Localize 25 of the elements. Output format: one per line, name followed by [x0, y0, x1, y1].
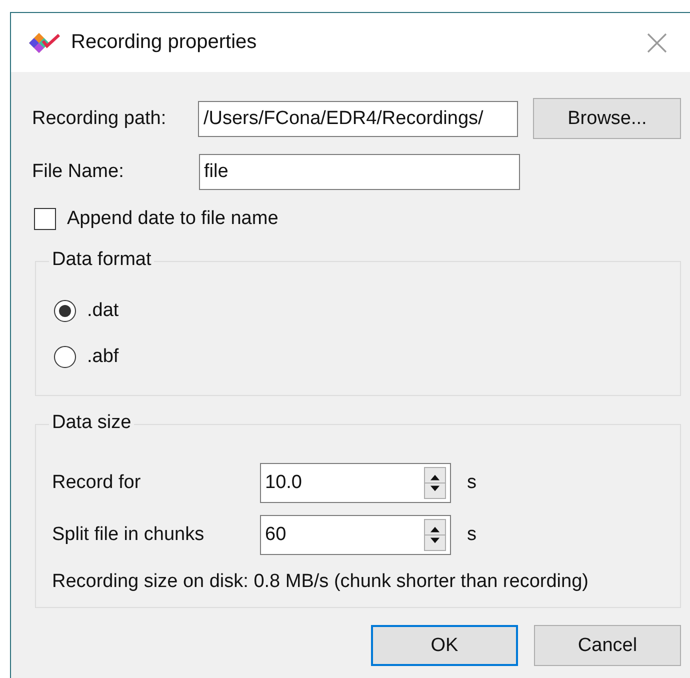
window-title: Recording properties: [71, 31, 258, 54]
unit-label: s: [467, 524, 476, 546]
field-label: Split file in chunks: [52, 524, 206, 546]
field-label: Recording path:: [32, 108, 168, 130]
close-icon[interactable]: [647, 32, 667, 52]
browse-button[interactable]: Browse...: [533, 98, 681, 139]
radio-button[interactable]: [54, 346, 76, 368]
spin-arrows-icon[interactable]: [424, 467, 446, 499]
checkbox[interactable]: [34, 208, 56, 230]
spin-box[interactable]: 10.0: [260, 463, 451, 503]
field-label: Record for: [52, 472, 142, 494]
radio-label: .abf: [87, 346, 119, 368]
path-field[interactable]: /Users/FCona/EDR4/Recordings/: [198, 100, 518, 136]
radio-label: .dat: [87, 300, 119, 322]
spin-box[interactable]: 60: [260, 515, 451, 555]
checkbox-label: Append date to file name: [67, 208, 278, 230]
ok-button[interactable]: OK: [371, 625, 518, 666]
app-logo-icon: [27, 30, 61, 54]
field-label: File Name:: [32, 161, 125, 183]
file-name-field[interactable]: file: [199, 154, 520, 190]
info-text: Recording size on disk: 0.8 MB/s (chunk shorter than recording): [52, 571, 590, 593]
cancel-button[interactable]: Cancel: [534, 625, 681, 666]
radio-button[interactable]: [54, 300, 76, 322]
unit-label: s: [467, 472, 476, 494]
spin-arrows-icon[interactable]: [424, 519, 446, 551]
